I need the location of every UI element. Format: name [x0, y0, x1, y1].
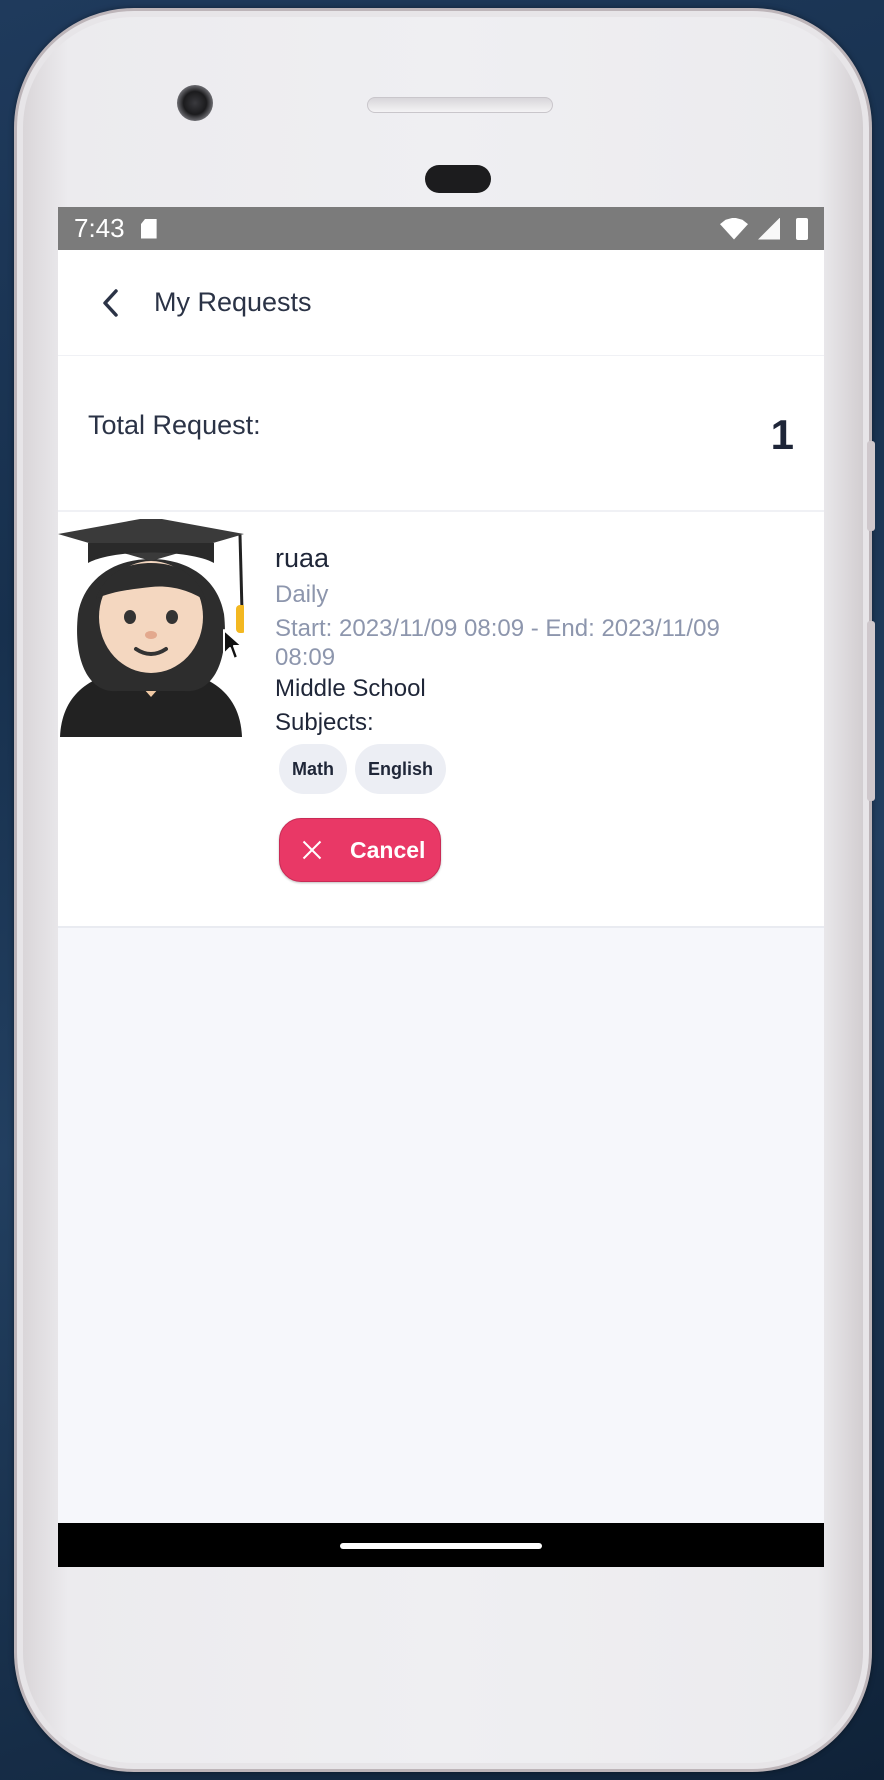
total-request-label: Total Request: [88, 409, 261, 440]
school-level: Middle School [275, 675, 426, 702]
signal-icon [758, 217, 780, 240]
page-title: My Requests [154, 287, 312, 317]
subject-chips: Math English [279, 744, 804, 794]
request-dates: Start: 2023/11/09 08:09 - End: 2023/11/0… [275, 615, 720, 671]
proximity-sensor [425, 165, 491, 193]
total-request-row: Total Request: 1 [58, 356, 824, 512]
earpiece-speaker [367, 97, 553, 113]
subject-chip-math: Math [279, 744, 347, 794]
app-screen: 7:43 My Requests Total Request: 1 ruaa D… [58, 207, 824, 1567]
student-graduate-icon [58, 517, 246, 737]
cancel-button-label: Cancel [350, 836, 426, 863]
power-button [867, 621, 875, 801]
sd-card-icon [140, 218, 157, 239]
status-bar: 7:43 [58, 207, 824, 250]
close-icon [302, 840, 322, 860]
subject-chip-english: English [355, 744, 447, 794]
system-nav-bar [58, 1523, 824, 1567]
status-icons [720, 217, 808, 240]
student-name: ruaa [275, 543, 330, 573]
wifi-icon [720, 217, 748, 240]
front-camera [177, 85, 213, 121]
total-request-count: 1 [770, 411, 794, 458]
subjects-label: Subjects: [275, 709, 374, 736]
status-time: 7:43 [74, 213, 125, 243]
request-details: ruaa Daily Start: 2023/11/09 08:09 - End… [275, 540, 804, 882]
battery-icon [796, 217, 808, 240]
request-frequency: Daily [275, 581, 329, 608]
request-card: ruaa Daily Start: 2023/11/09 08:09 - End… [58, 512, 824, 928]
cancel-button[interactable]: Cancel [279, 818, 441, 882]
volume-button [867, 441, 875, 531]
home-gesture-pill[interactable] [340, 1543, 542, 1549]
mouse-cursor-icon [223, 629, 243, 660]
app-bar: My Requests [58, 250, 824, 356]
chevron-left-icon[interactable] [96, 288, 126, 318]
